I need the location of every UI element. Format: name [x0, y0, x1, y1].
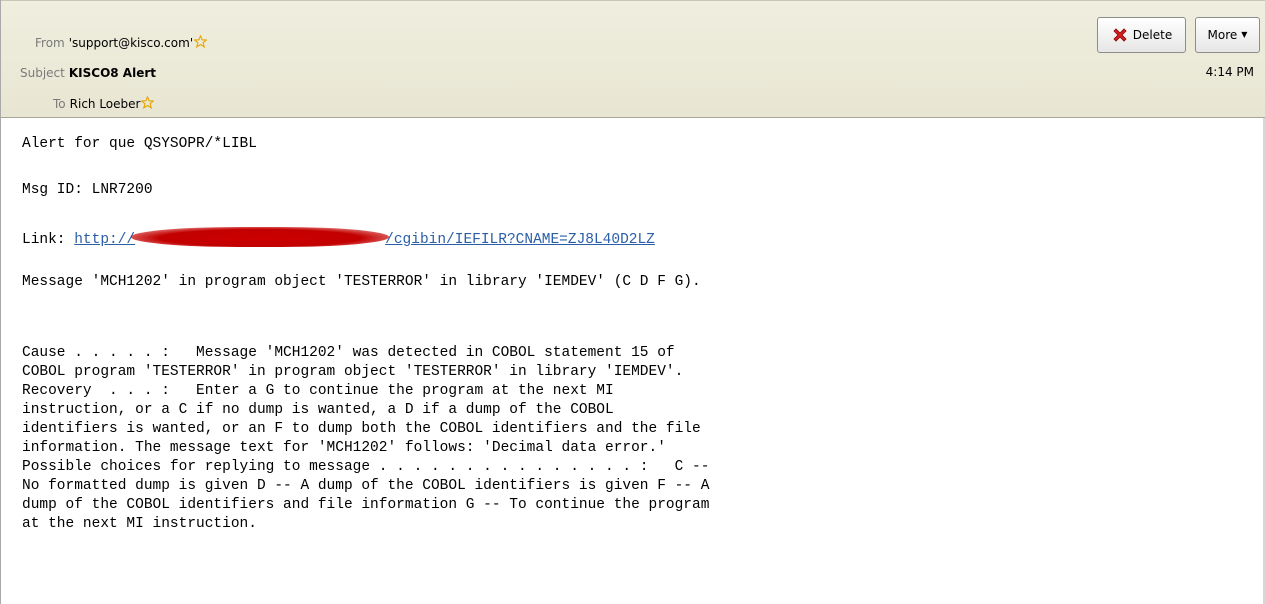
cause-line: No formatted dump is given D -- A dump o… [22, 478, 710, 494]
subject-row: Subject KISCO8 Alert [20, 63, 156, 83]
star-icon[interactable] [194, 34, 208, 48]
to-row: To Rich Loeber [53, 94, 155, 114]
more-button[interactable]: More ▼ [1195, 17, 1260, 53]
redaction-mark [131, 227, 390, 247]
message-body: Alert for que QSYSOPR/*LIBL Msg ID: LNR7… [1, 118, 1265, 604]
msg-id-line: Msg ID: LNR7200 [22, 182, 153, 198]
subject-text: KISCO8 Alert [68, 66, 156, 80]
to-label: To [53, 97, 66, 111]
cause-line: Possible choices for replying to message… [22, 459, 710, 475]
cause-line: identifiers is wanted, or an F to dump b… [22, 421, 701, 437]
link-line: Link: http:///cgibin/IEFILR?CNAME=ZJ8L40… [22, 227, 655, 249]
cause-line: Recovery . . . : Enter a G to continue t… [22, 383, 614, 399]
cause-line: instruction, or a C if no dump is wanted… [22, 402, 614, 418]
from-row: From 'support@kisco.com' [35, 33, 208, 53]
alert-line: Alert for que QSYSOPR/*LIBL [22, 136, 257, 152]
star-icon[interactable] [141, 95, 155, 109]
to-recipient[interactable]: Rich Loeber [70, 97, 141, 111]
delete-label: Delete [1132, 28, 1173, 42]
email-window: From 'support@kisco.com' Subject KISCO8 … [0, 0, 1265, 604]
red-x-icon [1113, 28, 1127, 42]
subject-label: Subject [20, 66, 65, 80]
more-label: More [1207, 28, 1238, 42]
delete-button[interactable]: Delete [1097, 17, 1186, 53]
cause-line: at the next MI instruction. [22, 516, 257, 532]
from-address[interactable]: 'support@kisco.com' [69, 36, 193, 50]
message-summary-line: Message 'MCH1202' in program object 'TES… [22, 274, 701, 290]
message-header: From 'support@kisco.com' Subject KISCO8 … [1, 0, 1265, 118]
cause-line: Cause . . . . . : Message 'MCH1202' was … [22, 345, 675, 361]
alert-link[interactable]: http:///cgibin/IEFILR?CNAME=ZJ8L40D2LZ [74, 227, 655, 248]
cause-line: information. The message text for 'MCH12… [22, 440, 666, 456]
cause-line: dump of the COBOL identifiers and file i… [22, 497, 710, 513]
message-time: 4:14 PM [1205, 65, 1254, 79]
from-label: From [35, 36, 65, 50]
cause-line: COBOL program 'TESTERROR' in program obj… [22, 364, 684, 380]
link-label: Link: [22, 232, 75, 248]
chevron-down-icon: ▼ [1241, 29, 1248, 39]
